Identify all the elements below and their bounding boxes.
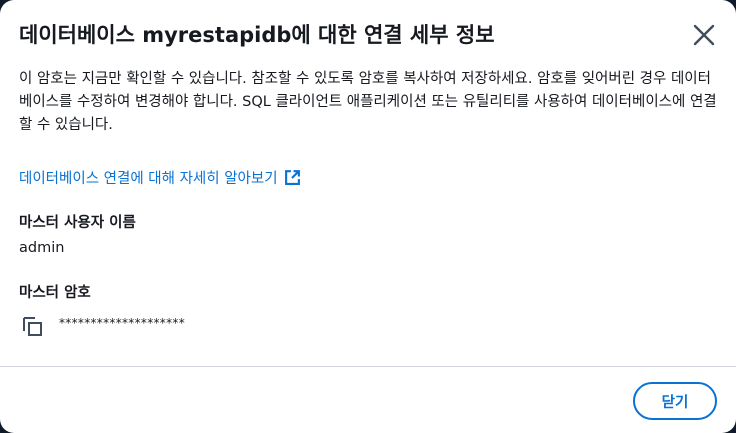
master-username-label: 마스터 사용자 이름 xyxy=(19,215,136,231)
dialog-header: 데이터베이스 myrestapidb에 대한 연결 세부 정보 xyxy=(19,20,717,54)
copy-icon[interactable] xyxy=(21,314,45,338)
learn-more-link[interactable]: 데이터베이스 연결에 대해 자세히 알아보기 xyxy=(19,168,301,190)
master-password-value: ******************** xyxy=(59,316,185,330)
close-button[interactable]: 닫기 xyxy=(633,382,717,420)
dialog-title: 데이터베이스 myrestapidb에 대한 연결 세부 정보 xyxy=(19,23,495,47)
close-icon xyxy=(693,24,715,46)
external-link-icon xyxy=(284,170,300,185)
dialog-body: 이 암호는 지금만 확인할 수 있습니다. 참조할 수 있도록 암호를 복사하여… xyxy=(19,68,717,336)
master-password-row: ******************** xyxy=(21,314,185,336)
connection-details-dialog: 데이터베이스 myrestapidb에 대한 연결 세부 정보 이 암호는 지금… xyxy=(0,0,736,433)
learn-more-link-text: 데이터베이스 연결에 대해 자세히 알아보기 xyxy=(19,171,278,187)
footer-divider xyxy=(0,366,736,367)
master-username-value: admin xyxy=(19,240,65,256)
dismiss-button[interactable] xyxy=(691,22,717,48)
master-password-label: 마스터 암호 xyxy=(19,285,91,301)
dialog-description: 이 암호는 지금만 확인할 수 있습니다. 참조할 수 있도록 암호를 복사하여… xyxy=(19,71,717,133)
